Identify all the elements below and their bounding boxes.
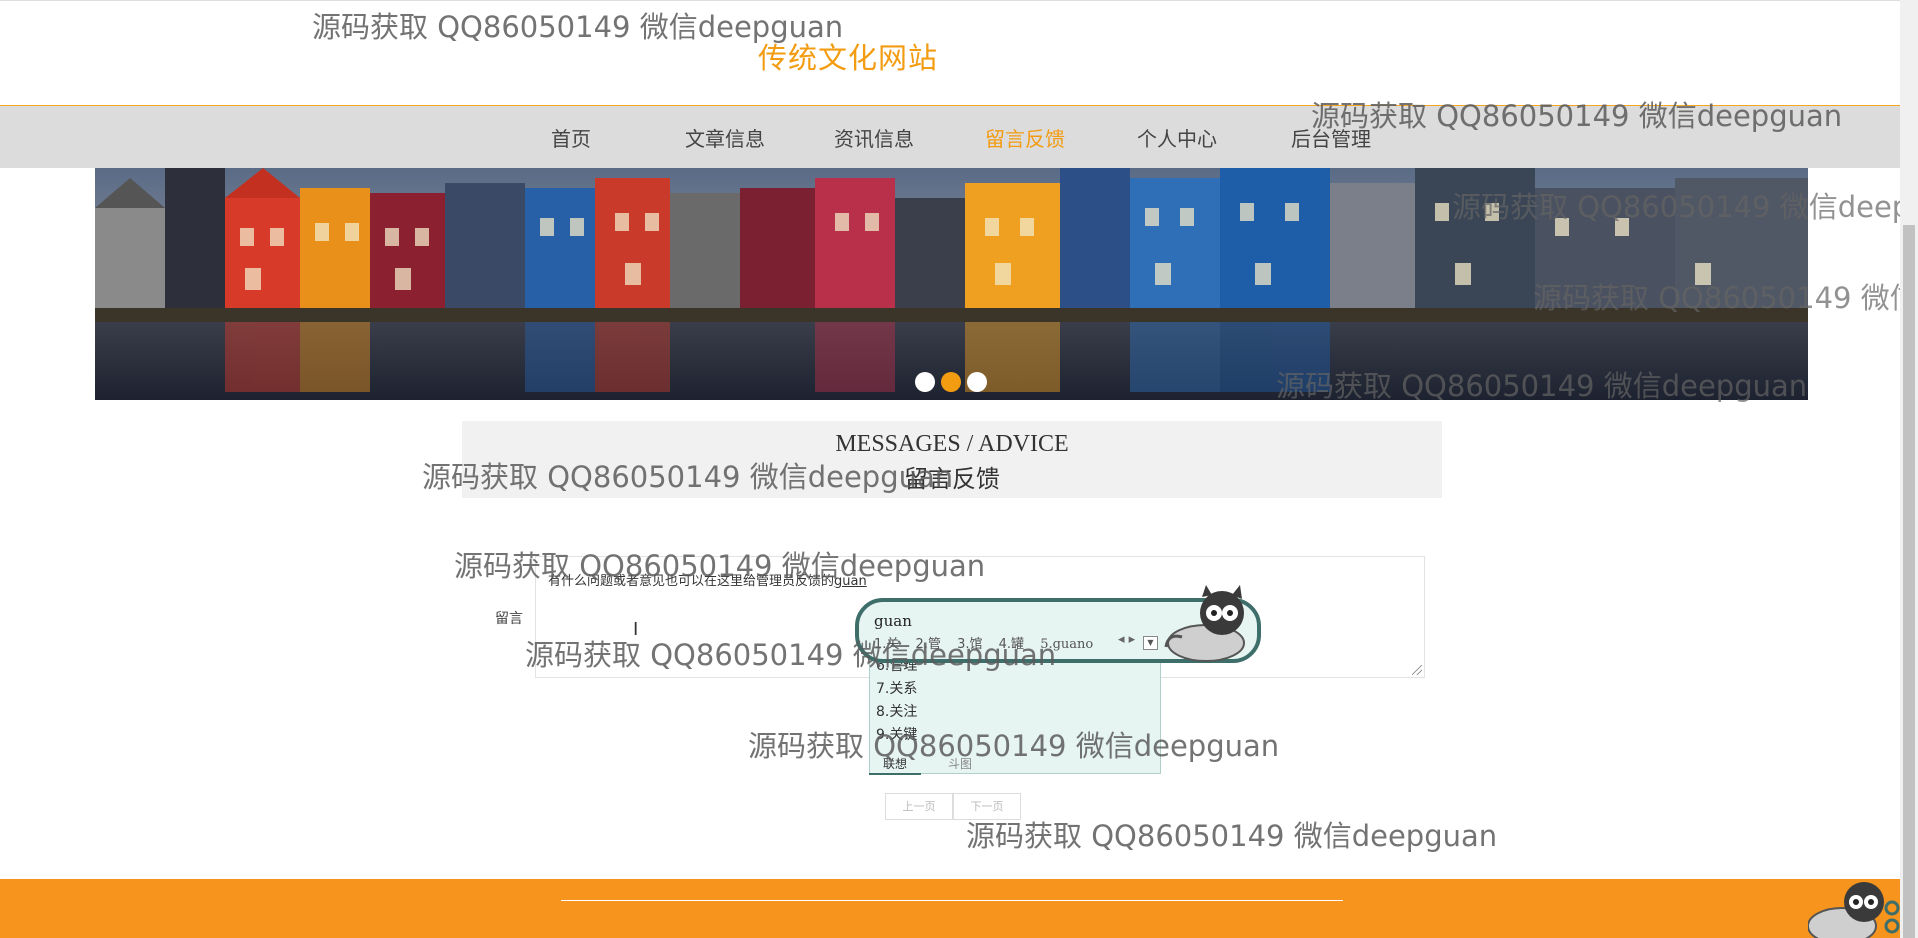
message-text: 有什么问题或者意见也可以在这里给管理员反馈的guan — [548, 570, 867, 589]
section-header: MESSAGES / ADVICE 留言反馈 — [462, 421, 1442, 498]
ime-expand-icon[interactable]: ▼ — [1143, 636, 1158, 650]
nav-item-personal-center[interactable]: 个人中心 — [1137, 123, 1217, 152]
ime-candidate[interactable]: 4.罐 — [999, 637, 1024, 652]
ime-list-item[interactable]: 8.关注 — [876, 701, 917, 721]
banner-carousel[interactable] — [95, 168, 1808, 400]
ime-list-item[interactable]: 7.关系 — [876, 678, 917, 698]
nav-item-articles[interactable]: 文章信息 — [685, 123, 765, 152]
scrollbar-thumb[interactable] — [1903, 225, 1915, 938]
site-footer — [0, 879, 1900, 938]
message-typed-text: guan — [834, 574, 867, 589]
ime-candidates: 1.关 2.管 3.馆 4.罐 5.guano — [874, 633, 1105, 652]
main-nav: 首页 文章信息 资讯信息 留言反馈 个人中心 后台管理 — [0, 106, 1900, 168]
site-header: 传统文化网站 — [0, 0, 1900, 107]
section-title-en: MESSAGES / ADVICE — [835, 431, 1069, 457]
text-cursor-icon: I — [633, 619, 639, 640]
resize-grip-icon[interactable] — [1412, 665, 1422, 675]
banner-image — [95, 168, 1808, 400]
carousel-dot-2[interactable] — [941, 372, 961, 392]
ime-input-text: guan — [874, 612, 912, 630]
carousel-dot-3[interactable] — [967, 372, 987, 392]
corner-mascot-icon — [1808, 882, 1900, 938]
next-page-button[interactable]: 下一页 — [953, 793, 1021, 820]
section-title-cn: 留言反馈 — [904, 465, 1000, 493]
nav-item-feedback[interactable]: 留言反馈 — [985, 123, 1065, 152]
nav-item-news[interactable]: 资讯信息 — [834, 123, 914, 152]
nav-item-home[interactable]: 首页 — [551, 123, 591, 152]
ime-candidate[interactable]: 3.馆 — [957, 637, 982, 652]
prev-page-button[interactable]: 上一页 — [885, 793, 953, 820]
carousel-dot-1[interactable] — [915, 372, 935, 392]
ime-candidate[interactable]: 2.管 — [916, 637, 941, 652]
ime-tabs: 联想 斗图 — [869, 753, 1161, 775]
ime-mascot-icon — [1164, 585, 1245, 662]
site-title[interactable]: 传统文化网站 — [758, 35, 938, 77]
message-prefix: 有什么问题或者意见也可以在这里给管理员反馈的 — [548, 574, 835, 589]
page-scrollbar[interactable] — [1900, 0, 1918, 938]
ime-candidate[interactable]: 5.guano — [1040, 637, 1093, 652]
ime-candidate[interactable]: 1.关 — [874, 637, 899, 652]
ime-tab-association[interactable]: 联想 — [869, 755, 922, 775]
carousel-dots — [915, 372, 987, 392]
footer-divider — [561, 900, 1343, 901]
ime-page-arrows-icon[interactable]: ◂ ▸ — [1118, 632, 1135, 647]
message-label: 留言 — [495, 611, 523, 627]
ime-tab-sticker[interactable]: 斗图 — [948, 755, 972, 772]
ime-list-item[interactable]: 9.关键 — [876, 724, 917, 744]
watermark-text: 源码获取 QQ86050149 微信deepguan — [966, 819, 1498, 853]
nav-item-admin[interactable]: 后台管理 — [1291, 123, 1371, 152]
